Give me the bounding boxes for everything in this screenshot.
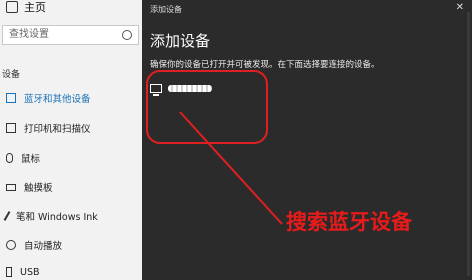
annotation-arrow: [179, 111, 283, 225]
annotation-label: 搜索蓝牙设备: [286, 210, 412, 234]
